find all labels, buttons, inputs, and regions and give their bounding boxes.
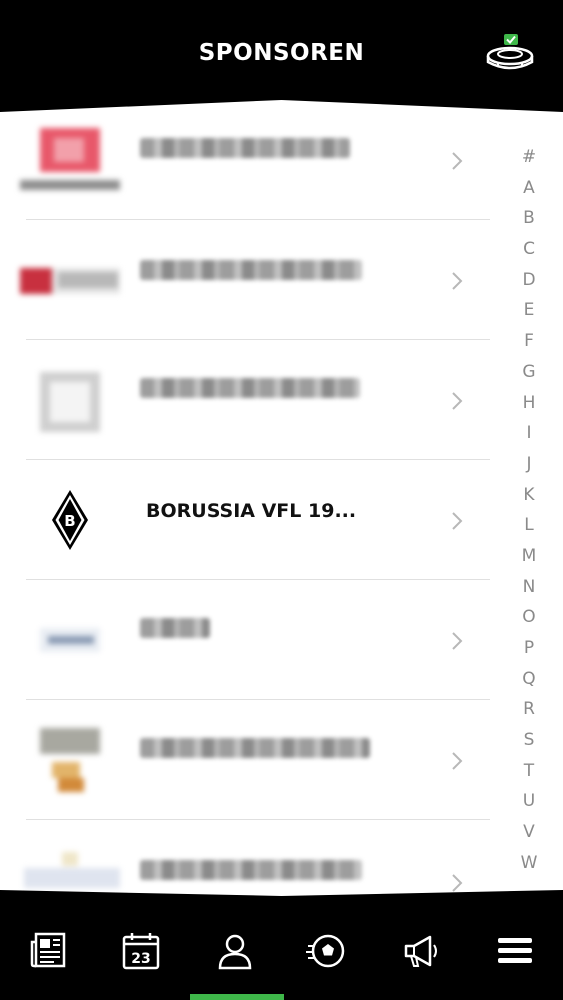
page-title: SPONSOREN <box>198 40 365 66</box>
index-letter[interactable]: T <box>512 756 546 787</box>
index-letter[interactable]: G <box>512 357 546 388</box>
svg-text:B: B <box>64 512 75 530</box>
index-letter[interactable]: N <box>512 572 546 603</box>
index-letter[interactable]: K <box>512 480 546 511</box>
blurred-light-logo <box>24 852 120 888</box>
index-letter[interactable]: I <box>512 418 546 449</box>
tab-calendar[interactable]: 23 <box>120 930 162 972</box>
tab-news[interactable] <box>28 930 70 972</box>
sponsor-name: BORUSSIA VFL 19... <box>146 500 357 522</box>
tab-profile[interactable] <box>214 930 256 972</box>
borussia-crest-icon: B <box>52 490 88 550</box>
chevron-right-icon <box>452 752 463 770</box>
sponsor-list-panel: B BORUSSIA VFL 19... # A B C D E F G H I… <box>0 100 563 900</box>
index-letter[interactable]: U <box>512 786 546 817</box>
redacted-name <box>140 618 210 638</box>
blurred-red-logo <box>20 128 120 190</box>
index-letter[interactable]: C <box>512 234 546 265</box>
hamburger-menu-icon <box>498 938 532 963</box>
person-icon <box>218 934 252 970</box>
redacted-name <box>140 260 362 280</box>
redacted-name <box>140 378 360 398</box>
index-letter[interactable]: O <box>512 602 546 633</box>
chevron-right-icon <box>452 874 463 892</box>
redacted-name <box>140 738 370 758</box>
tab-menu[interactable] <box>494 930 536 972</box>
svg-text:23: 23 <box>131 951 150 967</box>
list-item[interactable] <box>0 100 490 220</box>
alphabet-index[interactable]: # A B C D E F G H I J K L M N O P Q R S T U V W <box>512 142 546 879</box>
chevron-right-icon <box>452 512 463 530</box>
index-letter[interactable]: A <box>512 173 546 204</box>
index-letter[interactable]: L <box>512 510 546 541</box>
index-letter[interactable]: F <box>512 326 546 357</box>
blurred-blue-logo <box>40 628 100 652</box>
chevron-right-icon <box>452 272 463 290</box>
redacted-name <box>140 138 350 158</box>
list-item[interactable] <box>0 220 490 340</box>
list-item[interactable] <box>0 820 490 900</box>
chevron-right-icon <box>452 632 463 650</box>
index-letter[interactable]: S <box>512 725 546 756</box>
index-letter[interactable]: # <box>512 142 546 173</box>
blurred-orange-logo <box>40 728 100 792</box>
tab-match[interactable] <box>306 930 348 972</box>
index-letter[interactable]: J <box>512 449 546 480</box>
index-letter[interactable]: R <box>512 694 546 725</box>
index-letter[interactable]: D <box>512 265 546 296</box>
index-letter[interactable]: P <box>512 633 546 664</box>
list-item[interactable] <box>0 340 490 460</box>
index-letter[interactable]: V <box>512 817 546 848</box>
blurred-gray-logo <box>40 372 100 432</box>
chevron-right-icon <box>452 392 463 410</box>
app-header: SPONSOREN <box>0 0 563 112</box>
active-tab-indicator <box>190 994 284 1000</box>
blurred-red-banner-logo <box>20 268 120 294</box>
football-icon <box>306 934 345 968</box>
index-letter[interactable]: Q <box>512 664 546 695</box>
list-item[interactable] <box>0 580 490 700</box>
calendar-icon: 23 <box>122 933 160 970</box>
list-item[interactable]: B BORUSSIA VFL 19... <box>0 460 490 580</box>
megaphone-icon <box>404 935 437 967</box>
index-letter[interactable]: E <box>512 295 546 326</box>
list-item[interactable] <box>0 700 490 820</box>
index-letter[interactable]: B <box>512 203 546 234</box>
newspaper-icon <box>30 932 66 968</box>
index-letter[interactable]: M <box>512 541 546 572</box>
tab-announcements[interactable] <box>400 930 442 972</box>
chevron-right-icon <box>452 152 463 170</box>
index-letter[interactable]: H <box>512 388 546 419</box>
redacted-name <box>140 860 362 880</box>
bottom-tab-bar: 23 <box>0 890 563 1000</box>
index-letter[interactable]: W <box>512 848 546 879</box>
stadium-check-icon[interactable] <box>482 32 536 72</box>
